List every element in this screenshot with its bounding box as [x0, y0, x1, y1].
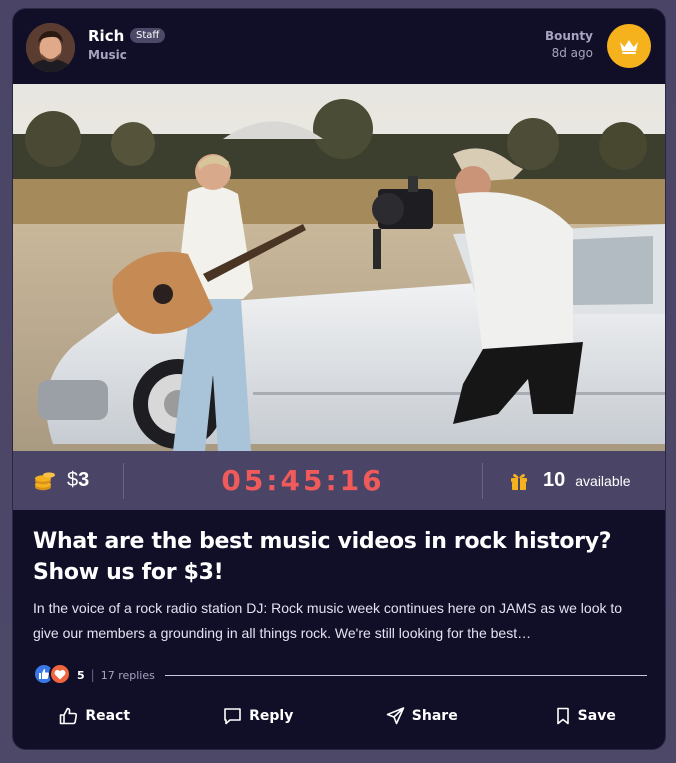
- reply-label: Reply: [249, 708, 294, 724]
- currency-symbol: $: [67, 469, 79, 491]
- thumbs-up-icon: [60, 707, 78, 725]
- coins-icon: [35, 471, 55, 490]
- love-reaction-icon: [49, 663, 71, 685]
- bounty-price: $3: [13, 451, 123, 510]
- react-label: React: [85, 708, 131, 724]
- post-type-label: Bounty: [544, 29, 593, 43]
- post-header: Rich Staff Music Bounty 8d ago: [13, 9, 665, 84]
- bounty-availability: 10 available: [483, 451, 665, 510]
- author-name[interactable]: Rich: [88, 27, 124, 45]
- post-excerpt[interactable]: In the voice of a rock radio station DJ:…: [33, 596, 633, 646]
- reaction-divider: |: [90, 668, 95, 682]
- send-icon: [386, 707, 405, 725]
- share-label: Share: [411, 708, 458, 724]
- post-title[interactable]: What are the best music videos in rock h…: [33, 526, 653, 588]
- gift-icon: [511, 473, 527, 490]
- bookmark-icon: [556, 707, 569, 725]
- post-actions: React Reply Share Save: [13, 699, 666, 733]
- reaction-icons[interactable]: [33, 663, 73, 687]
- save-button[interactable]: Save: [504, 699, 666, 733]
- bounty-stats-bar: $3 05:45:16 10 available: [13, 451, 665, 510]
- bounty-amount: 3: [78, 469, 90, 491]
- divider-line: [164, 674, 647, 676]
- countdown-timer: 05:45:16: [221, 464, 385, 497]
- avatar[interactable]: [26, 23, 75, 72]
- post-card: Rich Staff Music Bounty 8d ago $3 05:45:…: [12, 8, 666, 750]
- reaction-count: 5: [77, 668, 85, 682]
- timestamp: 8d ago: [551, 46, 593, 60]
- available-label: available: [575, 472, 631, 489]
- reaction-summary: 5 | 17 replies: [33, 663, 647, 687]
- post-media-image[interactable]: [13, 84, 665, 451]
- staff-badge: Staff: [130, 28, 166, 43]
- react-button[interactable]: React: [13, 699, 177, 733]
- available-count: 10: [543, 469, 566, 491]
- comment-icon: [224, 708, 241, 725]
- replies-count[interactable]: 17 replies: [101, 669, 155, 682]
- crown-icon: [620, 40, 638, 54]
- share-button[interactable]: Share: [340, 699, 504, 733]
- bounty-crown-badge[interactable]: [607, 24, 651, 68]
- reply-button[interactable]: Reply: [177, 699, 341, 733]
- category-label[interactable]: Music: [88, 48, 127, 62]
- save-label: Save: [577, 708, 616, 724]
